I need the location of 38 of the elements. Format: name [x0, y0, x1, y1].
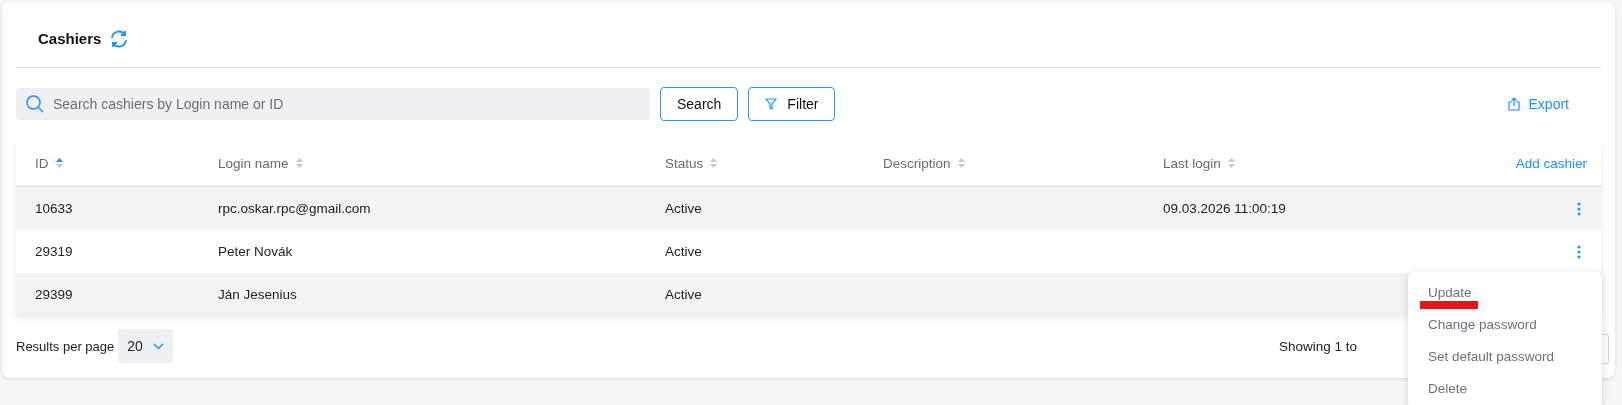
results-summary: Showing 1 to: [1278, 338, 1357, 354]
table-cell-text: 09.03.2026 11:00:19: [1163, 201, 1287, 216]
table-cell-text: rpc.oskar.rpc@gmail.com: [218, 201, 372, 216]
sort-icon[interactable]: [957, 158, 965, 168]
search-icon: [26, 95, 44, 113]
table-cell-text: Peter Novák: [218, 244, 294, 259]
share-icon: [1507, 97, 1520, 111]
sort-icon[interactable]: [710, 158, 718, 168]
search-field[interactable]: Search cashiers by Login name or ID: [16, 88, 650, 120]
table-cell-text: Active: [665, 287, 703, 302]
table-cell-text: 29319: [35, 244, 74, 259]
table-cell-text: 10633: [35, 201, 74, 216]
table-cell-text: 29399: [35, 287, 74, 302]
column-header[interactable]: Description: [883, 155, 951, 171]
filter-icon: [765, 98, 778, 110]
chevron-icon: [152, 342, 164, 350]
sort-icon[interactable]: [295, 158, 303, 168]
page-title: Cashiers: [38, 30, 102, 47]
refresh-icon[interactable]: [109, 28, 130, 49]
column-header[interactable]: Login name: [218, 155, 289, 171]
menu-item[interactable]: Update: [1408, 276, 1602, 308]
menu-item[interactable]: Change password: [1408, 308, 1602, 340]
column-header[interactable]: Status: [665, 155, 704, 171]
filter-button[interactable]: Filter: [748, 87, 836, 121]
column-header[interactable]: ID: [35, 155, 49, 171]
table-cell-text: Active: [665, 201, 703, 216]
table-cell-text: Active: [665, 244, 703, 259]
menu-item[interactable]: Delete: [1408, 372, 1602, 404]
per-page-select[interactable]: 20: [118, 329, 173, 363]
search-button[interactable]: Search: [660, 87, 739, 121]
table-cell-text: Ján Jesenius: [218, 287, 298, 302]
add-cashier-link[interactable]: Add cashier: [1515, 155, 1587, 171]
menu-item[interactable]: Set default password: [1408, 340, 1602, 372]
column-header[interactable]: Last login: [1163, 155, 1221, 171]
sort-icon[interactable]: [55, 158, 63, 168]
sort-icon[interactable]: [1227, 158, 1235, 168]
per-page-label: Results per page: [16, 338, 115, 354]
export-link[interactable]: Export: [1501, 95, 1575, 113]
